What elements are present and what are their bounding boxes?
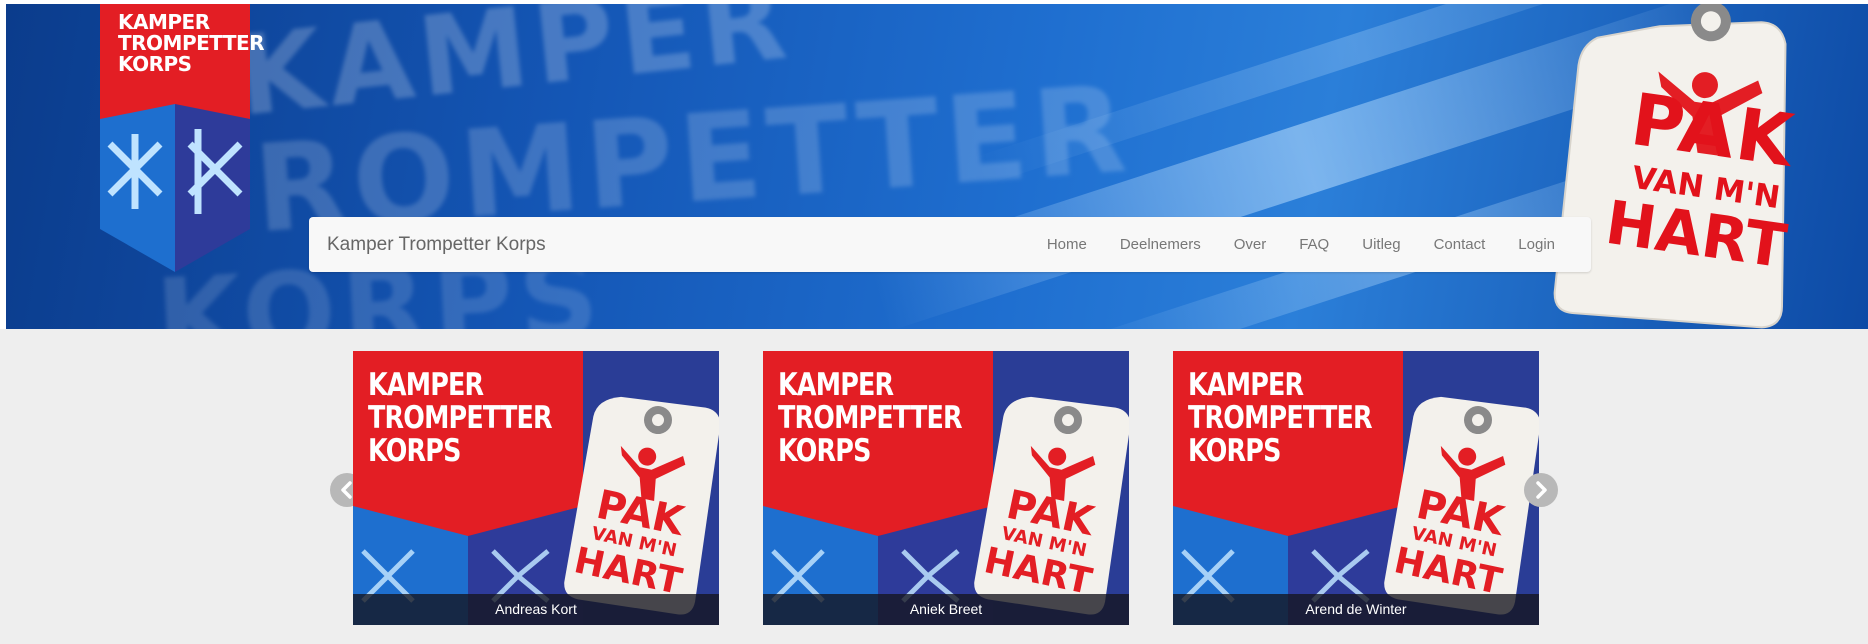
- carousel-next-button[interactable]: [1524, 473, 1558, 507]
- nav-item-contact[interactable]: Contact: [1434, 236, 1486, 253]
- nav-menu: Home Deelnemers Over FAQ Uitleg Contact …: [1014, 236, 1555, 253]
- pak-van-mn-hart-tag: PAK VAN M'N HART: [1546, 4, 1866, 329]
- card-caption: Aniek Breet: [763, 594, 1129, 625]
- participant-card[interactable]: PAK VAN M'N HART KAMPER TROMPETTER KORPS…: [763, 351, 1129, 625]
- logo[interactable]: KAMPER TROMPETTER KORPS: [100, 4, 265, 274]
- navbar-brand[interactable]: Kamper Trompetter Korps: [327, 234, 546, 256]
- participant-card[interactable]: PAK VAN M'N HART KAMPER TROMPETTER KORPS…: [1173, 351, 1539, 625]
- participant-card[interactable]: PAK VAN M'N HART KAMPER TROMPETTER KORPS…: [353, 351, 719, 625]
- nav-item-home[interactable]: Home: [1047, 236, 1087, 253]
- logo-text: KAMPER TROMPETTER KORPS: [118, 10, 265, 76]
- nav-item-uitleg[interactable]: Uitleg: [1362, 236, 1400, 253]
- nav-item-faq[interactable]: FAQ: [1299, 236, 1329, 253]
- header-banner: KAMPER TROMPETTER KORPS KAMPER TROMPETTE…: [6, 4, 1868, 329]
- navbar: Kamper Trompetter Korps Home Deelnemers …: [309, 217, 1591, 272]
- card-title: KAMPER TROMPETTER KORPS: [1188, 367, 1373, 469]
- card-caption: Andreas Kort: [353, 594, 719, 625]
- chevron-right-icon: [1536, 481, 1547, 499]
- card-title: KAMPER TROMPETTER KORPS: [368, 367, 553, 469]
- nav-item-login[interactable]: Login: [1518, 236, 1555, 253]
- participants-carousel: PAK VAN M'N HART KAMPER TROMPETTER KORPS…: [0, 329, 1868, 644]
- card-caption: Arend de Winter: [1173, 594, 1539, 625]
- nav-item-over[interactable]: Over: [1234, 236, 1267, 253]
- card-title: KAMPER TROMPETTER KORPS: [778, 367, 963, 469]
- nav-item-deelnemers[interactable]: Deelnemers: [1120, 236, 1201, 253]
